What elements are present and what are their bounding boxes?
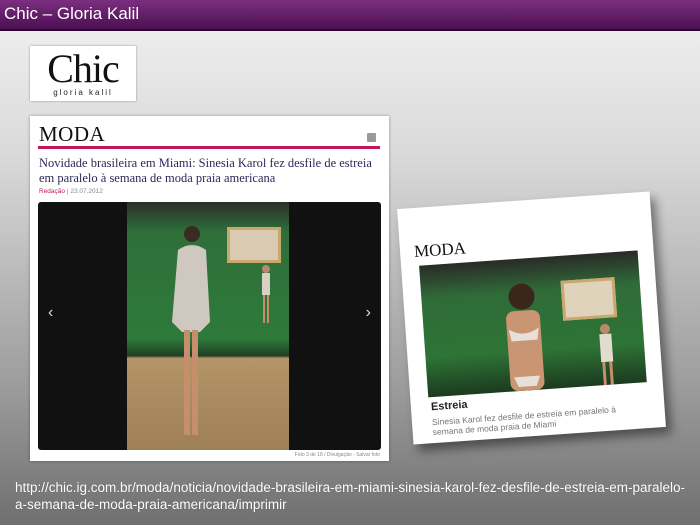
source-url[interactable]: http://chic.ig.com.br/moda/noticia/novid… [15,479,695,513]
teaser-section-heading: MODA [413,238,467,262]
teaser-background-model [599,323,614,386]
article-screenshot: MODA Novidade brasileira em Miami: Sines… [30,116,389,461]
article-meta: Redação | 23.07.2012 [39,188,103,195]
runway-photo [127,202,289,450]
teaser-backdrop-frame [560,277,618,321]
rss-icon[interactable] [367,133,376,142]
logo-brand: Chic [47,46,120,91]
chic-logo: Chic gloria kalil [30,46,136,101]
photo-gallery: ‹ › [38,202,381,450]
background-model [262,265,270,323]
teaser-model [506,283,545,392]
teaser-card: MODA Estreia Sinesia Karol fez desfile d… [397,191,666,445]
section-heading: MODA [39,122,106,146]
slide-title-bar: Chic – Gloria Kalil [0,0,700,31]
slide-title: Chic – Gloria Kalil [4,4,140,23]
teaser-photo[interactable] [419,250,647,398]
runway-model [172,226,210,435]
article-date: | 23.07.2012 [66,188,103,195]
teaser-title[interactable]: Estreia [431,399,468,414]
article-headline[interactable]: Novidade brasileira em Miami: Sinesia Ka… [39,156,379,186]
section-divider [38,146,380,149]
backdrop-frame [227,227,281,263]
photo-credit: Foto 3 de 18 / Divulgação - Salvar foto [294,452,380,458]
logo-tagline: gloria kalil [53,88,113,97]
article-author: Redação [39,188,66,195]
gallery-next-button[interactable]: › [366,304,371,322]
gallery-prev-button[interactable]: ‹ [48,304,53,322]
